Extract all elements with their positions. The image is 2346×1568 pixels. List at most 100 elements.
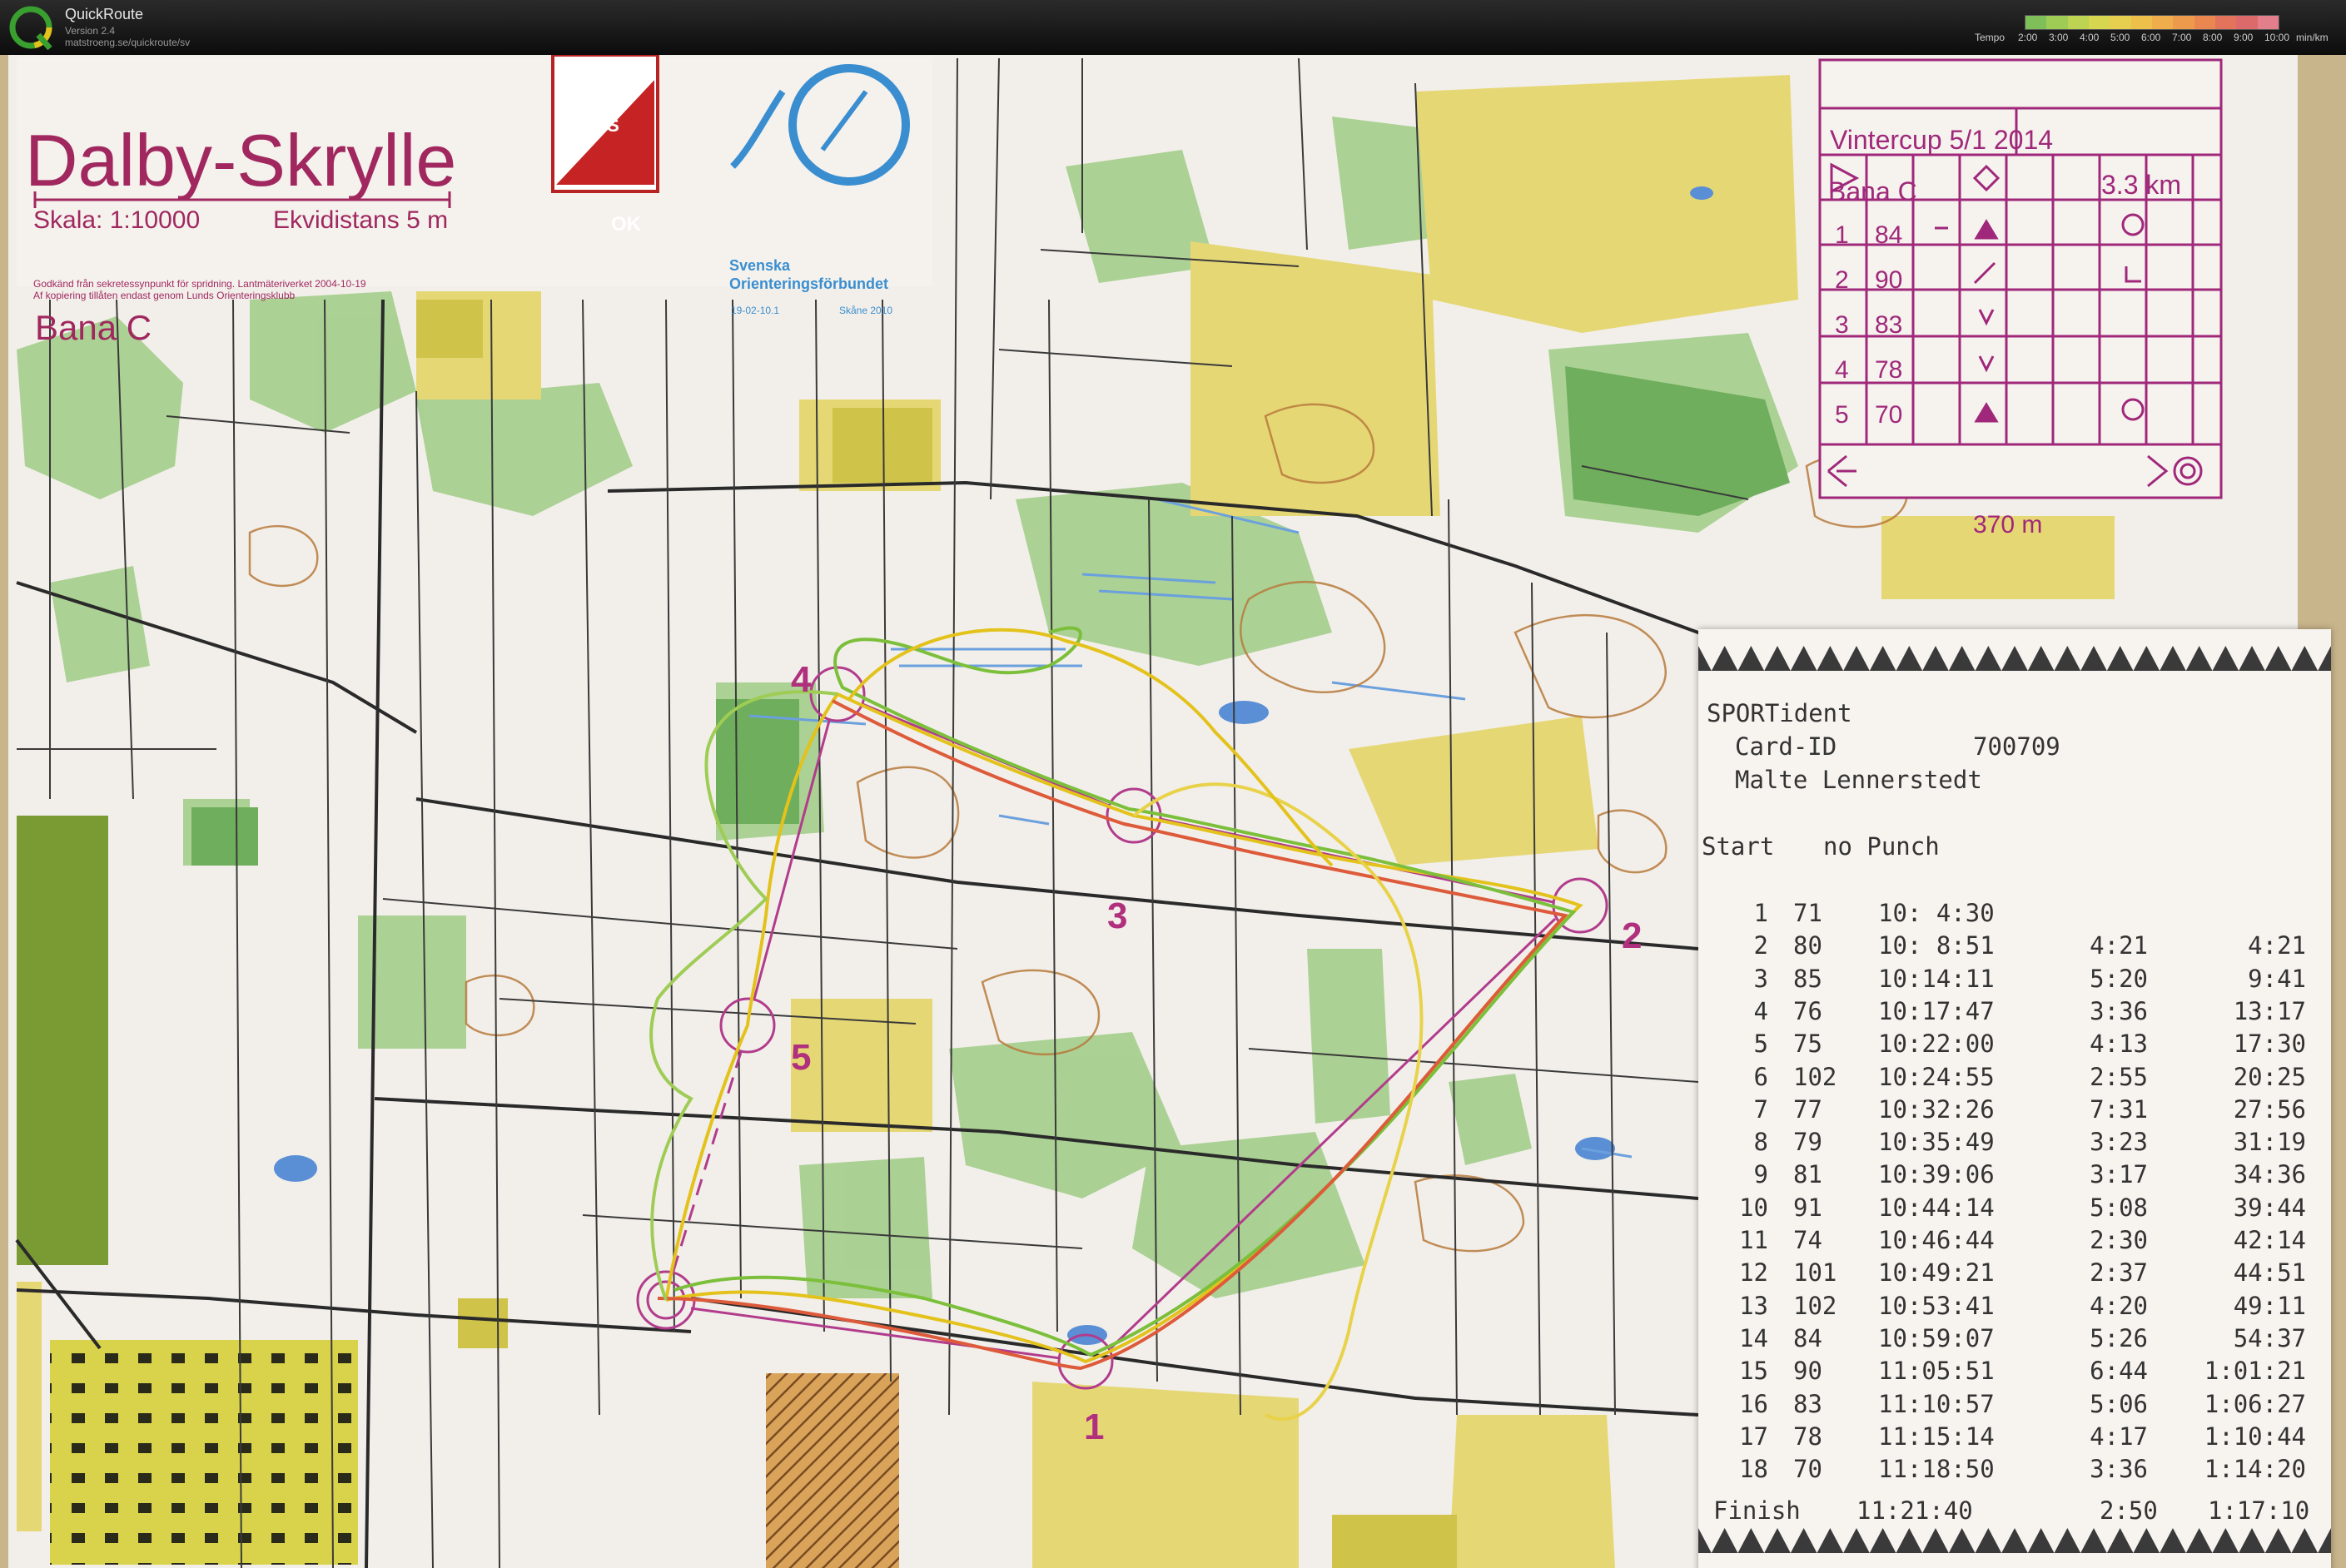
- split-index: 11: [1739, 1226, 1768, 1254]
- split-total-time: 17:30: [2233, 1030, 2306, 1059]
- split-leg-time: 2:55: [2090, 1062, 2148, 1091]
- split-time: 11:05:51: [1878, 1357, 1995, 1386]
- tempo-scale-segment: [2067, 16, 2089, 29]
- split-total-time: 34:36: [2233, 1160, 2306, 1189]
- control-description-code: 70: [1875, 401, 1903, 429]
- tempo-scale-segment: [2214, 16, 2237, 29]
- control-description-code: 84: [1875, 221, 1903, 249]
- split-leg-time: 4:13: [2090, 1030, 2148, 1059]
- split-total-time: 4:21: [2248, 931, 2306, 960]
- split-total-time: 49:11: [2233, 1291, 2306, 1320]
- event-title: Vintercup 5/1 2014: [1830, 125, 2054, 155]
- split-time: 10:49:21: [1878, 1258, 1995, 1288]
- control-description-number: 4: [1835, 356, 1849, 384]
- split-time: 10:53:41: [1878, 1291, 1995, 1320]
- split-time: 11:10:57: [1878, 1389, 1995, 1418]
- tempo-scale-segment: [2025, 16, 2047, 29]
- split-code: 70: [1793, 1455, 1822, 1484]
- split-total-time: 13:17: [2233, 996, 2306, 1025]
- receipt-start-label: Start: [1702, 832, 1775, 861]
- split-index: 18: [1739, 1455, 1768, 1484]
- split-leg-time: 5:26: [2090, 1323, 2148, 1352]
- control-label-1: 1: [1084, 1407, 1105, 1447]
- split-leg-time: 4:20: [2090, 1291, 2148, 1320]
- split-total-time: 39:44: [2233, 1193, 2306, 1222]
- club-logo-text-bottom: OK: [611, 213, 641, 236]
- map-title: Dalby-Skrylle: [25, 119, 457, 201]
- federation-name: Svenska Orienteringsförbundet: [729, 256, 888, 293]
- receipt-bottom-edge: [1698, 1528, 2331, 1553]
- split-leg-time: 3:36: [2090, 1455, 2148, 1484]
- control-label-2: 2: [1622, 915, 1643, 956]
- federation-name-line-1: Svenska: [729, 257, 791, 274]
- receipt-finish-total: 1:17:10: [2208, 1496, 2310, 1525]
- split-time: 10:39:06: [1878, 1160, 1995, 1189]
- tempo-scale-segment: [2130, 16, 2152, 29]
- split-total-time: 54:37: [2233, 1323, 2306, 1352]
- split-total-time: 20:25: [2233, 1062, 2306, 1091]
- split-index: 9: [1753, 1160, 1768, 1189]
- split-index: 12: [1739, 1258, 1768, 1288]
- receipt-brand: SPORTident: [1707, 699, 1852, 727]
- map-canvas[interactable]: Dalby-Skrylle Skala: 1:10000 Ekvidistans…: [0, 55, 2346, 1568]
- split-code: 102: [1793, 1062, 1837, 1091]
- split-code: 90: [1793, 1357, 1822, 1386]
- club-logo-text-top: LUNDS: [556, 115, 619, 136]
- app-title: QuickRoute: [65, 6, 144, 22]
- split-leg-time: 6:44: [2090, 1357, 2148, 1386]
- tempo-color-scale[interactable]: [2025, 15, 2279, 30]
- event-course: Bana C: [1828, 176, 1917, 206]
- split-code: 80: [1793, 931, 1822, 960]
- split-index: 17: [1739, 1422, 1768, 1451]
- receipt-top-edge: [1698, 646, 2331, 671]
- event-length: 3.3 km: [2101, 170, 2182, 200]
- split-time: 10:46:44: [1878, 1226, 1995, 1254]
- split-code: 102: [1793, 1291, 1837, 1320]
- split-leg-time: 4:17: [2090, 1422, 2148, 1451]
- map-fineprint-line-2: Af kopiering tillåten endast genom Lunds…: [33, 290, 296, 301]
- receipt-finish-leg: 2:50: [2100, 1496, 2158, 1525]
- app-version: Version 2.4: [65, 25, 116, 37]
- control-description-code: 78: [1875, 356, 1903, 384]
- split-total-time: 31:19: [2233, 1128, 2306, 1157]
- split-total-time: 1:10:44: [2204, 1422, 2306, 1451]
- split-leg-time: 3:17: [2090, 1160, 2148, 1189]
- split-total-time: 27:56: [2233, 1094, 2306, 1124]
- split-time: 10:32:26: [1878, 1094, 1995, 1124]
- tempo-scale-segment: [2088, 16, 2110, 29]
- app-header: QuickRoute Version 2.4 matstroeng.se/qui…: [0, 0, 2346, 56]
- sportident-receipt: SPORTident Card-ID 700709 Malte Lennerst…: [1698, 629, 2331, 1568]
- tempo-ticks: 2:00 3:00 4:00 5:00 6:00 7:00 8:00 9:00 10:00: [2018, 32, 2293, 45]
- split-total-time: 9:41: [2248, 964, 2306, 993]
- split-code: 91: [1793, 1193, 1822, 1222]
- finish-distance: 370 m: [1973, 511, 2043, 538]
- split-leg-time: 2:30: [2090, 1226, 2148, 1254]
- split-leg-time: 3:23: [2090, 1128, 2148, 1157]
- split-code: 71: [1793, 899, 1822, 927]
- map-contour-interval: Ekvidistans 5 m: [273, 206, 449, 234]
- control-description-number: 1: [1835, 221, 1849, 249]
- receipt-card-id: 700709: [1973, 732, 2060, 761]
- quickroute-logo-icon: [9, 6, 52, 50]
- split-time: 10:35:49: [1878, 1128, 1995, 1157]
- app-url[interactable]: matstroeng.se/quickroute/sv: [65, 37, 190, 48]
- federation-code: 19-02-10.1: [731, 305, 780, 316]
- control-description-number: 5: [1835, 401, 1849, 429]
- split-code: 85: [1793, 964, 1822, 993]
- split-time: 10:14:11: [1878, 964, 1995, 993]
- split-total-time: 1:01:21: [2204, 1357, 2306, 1386]
- split-time: 10:24:55: [1878, 1062, 1995, 1091]
- split-index: 15: [1739, 1357, 1768, 1386]
- tempo-scale-segment: [2110, 16, 2131, 29]
- split-index: 1: [1753, 899, 1768, 927]
- federation-name-line-2: Orienteringsförbundet: [729, 275, 889, 292]
- tempo-unit: min/km: [2296, 32, 2329, 43]
- split-index: 7: [1753, 1094, 1768, 1124]
- split-index: 2: [1753, 931, 1768, 960]
- split-index: 3: [1753, 964, 1768, 993]
- split-index: 13: [1739, 1291, 1768, 1320]
- split-time: 11:15:14: [1878, 1422, 1995, 1451]
- split-time: 10: 8:51: [1878, 931, 1995, 960]
- map-fineprint: Godkänd från sekretessynpunkt för spridn…: [33, 278, 366, 301]
- split-index: 6: [1753, 1062, 1768, 1091]
